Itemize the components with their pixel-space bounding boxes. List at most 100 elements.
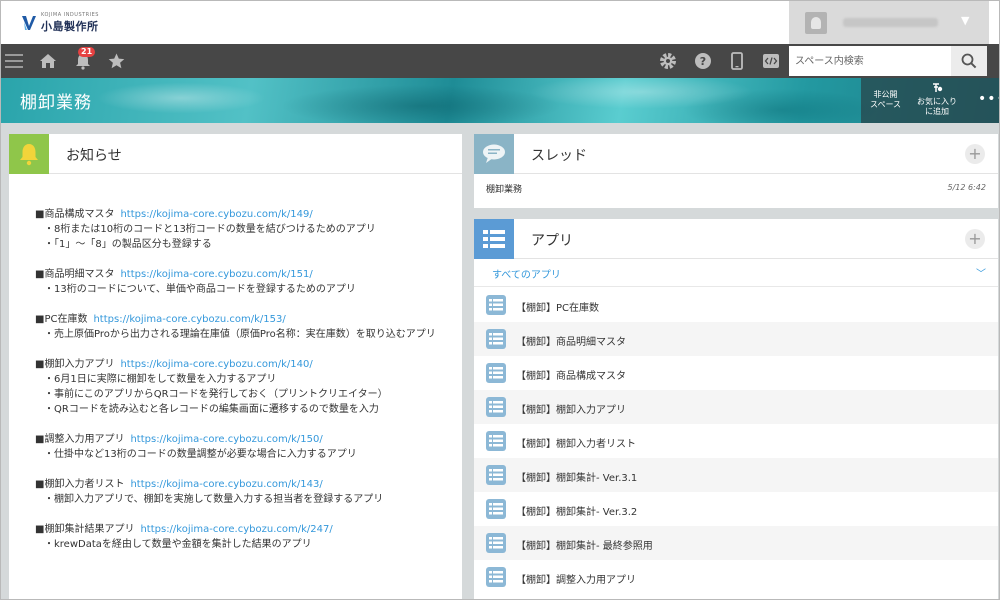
notice-heading: ■PC在庫数: [35, 314, 88, 325]
notice-link[interactable]: https://kojima-core.cybozu.com/k/143/: [130, 479, 322, 490]
notice-line: ・事前にこのアプリからQRコードを発行しておく（プリントクリエイター）: [44, 389, 388, 400]
more-options-icon[interactable]: •••: [978, 91, 999, 107]
star-icon[interactable]: [106, 51, 126, 71]
app-list-icon: [486, 295, 506, 315]
add-thread-button[interactable]: +: [965, 144, 985, 164]
app-list-item[interactable]: 【棚卸】調整入力用アプリ: [474, 560, 998, 594]
notice-line: ・QRコードを読み込むと各レコードの編集画面に遷移するので数量を入力: [44, 404, 379, 415]
app-list-icon: [486, 397, 506, 417]
notice-panel: お知らせ ■商品構成マスタ https://kojima-core.cybozu.…: [9, 134, 465, 599]
user-menu[interactable]: ▼: [789, 1, 989, 44]
app-list-item[interactable]: 【棚卸】棚卸集計- Ver.3.1: [474, 458, 998, 492]
app-list-item[interactable]: 【棚卸】商品明細マスタ: [474, 322, 998, 356]
code-icon[interactable]: [761, 51, 781, 71]
notice-line: ・6月1日に実際に棚卸をして数量を入力するアプリ: [44, 374, 277, 385]
notice-heading: ■商品明細マスタ: [35, 269, 115, 280]
chat-bubble-icon: [474, 134, 514, 174]
apps-header: アプリ +: [474, 219, 998, 259]
thread-title: スレッド: [531, 148, 587, 164]
thread-header: スレッド +: [474, 134, 998, 174]
app-list-item[interactable]: 【棚卸】棚卸集計- Ver.3.2: [474, 492, 998, 526]
search-icon: [961, 53, 977, 69]
apps-panel: アプリ + すべてのアプリ ﹀ 【棚卸】PC在庫数 【棚卸】商品明細マスタ 【棚…: [474, 219, 998, 599]
notice-title: お知らせ: [66, 148, 122, 164]
app-list-icon: [474, 219, 514, 259]
notice-line: ・棚卸入力アプリで、棚卸を実施して数量入力する担当者を登録するアプリ: [44, 494, 384, 505]
apps-title: アプリ: [531, 233, 573, 249]
chevron-down-icon: ﹀: [976, 269, 986, 280]
app-label: 【棚卸】PC在庫数: [516, 303, 600, 314]
app-label: 【棚卸】商品明細マスタ: [516, 337, 626, 348]
notice-block-title: ■棚卸集計結果アプリ https://kojima-core.cybozu.com…: [35, 522, 465, 537]
add-favorite-button[interactable]: お気に入り に追加: [917, 83, 957, 117]
notice-line: ・krewDataを経由して数量や金額を集計した結果のアプリ: [44, 539, 312, 550]
notice-header: お知らせ: [9, 134, 462, 174]
avatar: [805, 12, 827, 34]
notice-link[interactable]: https://kojima-core.cybozu.com/k/149/: [120, 209, 312, 220]
app-list-item[interactable]: 【棚卸】棚卸集計- 最終参照用: [474, 526, 998, 560]
notice-link[interactable]: https://kojima-core.cybozu.com/k/151/: [120, 269, 312, 280]
search-button[interactable]: [951, 46, 987, 76]
space-search-input[interactable]: [789, 46, 951, 76]
app-list-item[interactable]: 【棚卸】棚卸入力アプリ: [474, 390, 998, 424]
app-filter-label: すべてのアプリ: [492, 270, 561, 281]
app-label: 【棚卸】棚卸入力アプリ: [516, 405, 626, 416]
add-app-button[interactable]: +: [965, 229, 985, 249]
chevron-down-icon: ▼: [961, 14, 970, 27]
gear-icon[interactable]: [658, 51, 678, 71]
notice-link[interactable]: https://kojima-core.cybozu.com/k/150/: [130, 434, 322, 445]
mobile-icon[interactable]: [727, 51, 747, 71]
svg-text:?: ?: [700, 55, 706, 68]
notice-block: ■商品構成マスタ https://kojima-core.cybozu.com/k…: [35, 207, 465, 252]
notice-block: ■棚卸入力者リスト https://kojima-core.cybozu.com/…: [35, 477, 465, 507]
app-list-item[interactable]: 【棚卸】棚卸入力者リスト: [474, 424, 998, 458]
notice-content: ■商品構成マスタ https://kojima-core.cybozu.com/k…: [35, 207, 465, 567]
private-space-label: 非公開 スペース: [870, 90, 901, 110]
company-logo[interactable]: KOJIMA INDUSTRIES 小島製作所: [21, 12, 99, 34]
app-list-item[interactable]: 【棚卸】商品構成マスタ: [474, 356, 998, 390]
notice-block: ■棚卸集計結果アプリ https://kojima-core.cybozu.com…: [35, 522, 465, 552]
app-label: 【棚卸】棚卸集計- Ver.3.1: [516, 473, 638, 484]
help-icon[interactable]: ?: [693, 51, 713, 71]
app-list-icon: [486, 363, 506, 383]
notice-line: ・8桁または10桁のコードと13桁コードの数量を結びつけるためのアプリ: [44, 224, 376, 235]
thread-panel: スレッド + 棚卸業務 5/12 6:42: [474, 134, 998, 208]
notice-block-title: ■棚卸入力アプリ https://kojima-core.cybozu.com/k…: [35, 357, 465, 372]
notice-block: ■調整入力用アプリ https://kojima-core.cybozu.com/…: [35, 432, 465, 462]
favorite-label-line2: に追加: [925, 107, 949, 116]
app-list-icon: [486, 567, 506, 587]
home-icon[interactable]: [38, 51, 58, 71]
notice-block-title: ■商品明細マスタ https://kojima-core.cybozu.com/k…: [35, 267, 465, 282]
app-list-icon: [486, 499, 506, 519]
notification-badge: 21: [78, 47, 96, 57]
logo-text: KOJIMA INDUSTRIES 小島製作所: [41, 12, 99, 34]
app-list-icon: [486, 533, 506, 553]
logo-name: 小島製作所: [41, 20, 99, 33]
logo-mark-icon: [22, 16, 36, 30]
notice-block-title: ■棚卸入力者リスト https://kojima-core.cybozu.com/…: [35, 477, 465, 492]
user-name-blurred: [843, 18, 938, 27]
notice-block-title: ■PC在庫数 https://kojima-core.cybozu.com/k/1…: [35, 312, 465, 327]
app-filter-dropdown[interactable]: すべてのアプリ ﹀: [474, 259, 998, 287]
notice-line: ・「1」～「8」の製品区分も登録する: [44, 239, 212, 250]
menu-icon[interactable]: [4, 51, 24, 71]
notice-link[interactable]: https://kojima-core.cybozu.com/k/153/: [93, 314, 285, 325]
app-list-icon: [486, 329, 506, 349]
app-list-item[interactable]: 【棚卸】PC在庫数: [474, 288, 998, 322]
private-label-line1: 非公開: [873, 90, 898, 99]
notice-block: ■商品明細マスタ https://kojima-core.cybozu.com/k…: [35, 267, 465, 297]
notice-line: ・仕掛中など13桁のコードの数量調整が必要な場合に入力するアプリ: [44, 449, 357, 460]
top-header: KOJIMA INDUSTRIES 小島製作所 ▼: [1, 1, 999, 44]
notice-link[interactable]: https://kojima-core.cybozu.com/k/247/: [140, 524, 332, 535]
bell-icon: [9, 134, 49, 174]
logo-small-text: KOJIMA INDUSTRIES: [41, 12, 99, 18]
favorite-label-line1: お気に入り: [917, 97, 957, 106]
banner-actions: 非公開 スペース お気に入り に追加 •••: [861, 78, 999, 123]
page-title: 棚卸業務: [20, 93, 92, 113]
notice-link[interactable]: https://kojima-core.cybozu.com/k/140/: [120, 359, 312, 370]
space-banner: 棚卸業務: [1, 78, 999, 123]
thread-item-link[interactable]: 棚卸業務: [486, 182, 522, 195]
notice-block-title: ■商品構成マスタ https://kojima-core.cybozu.com/k…: [35, 207, 465, 222]
thread-timestamp: 5/12 6:42: [947, 183, 986, 192]
app-list: 【棚卸】PC在庫数 【棚卸】商品明細マスタ 【棚卸】商品構成マスタ 【棚卸】棚卸…: [474, 288, 998, 594]
